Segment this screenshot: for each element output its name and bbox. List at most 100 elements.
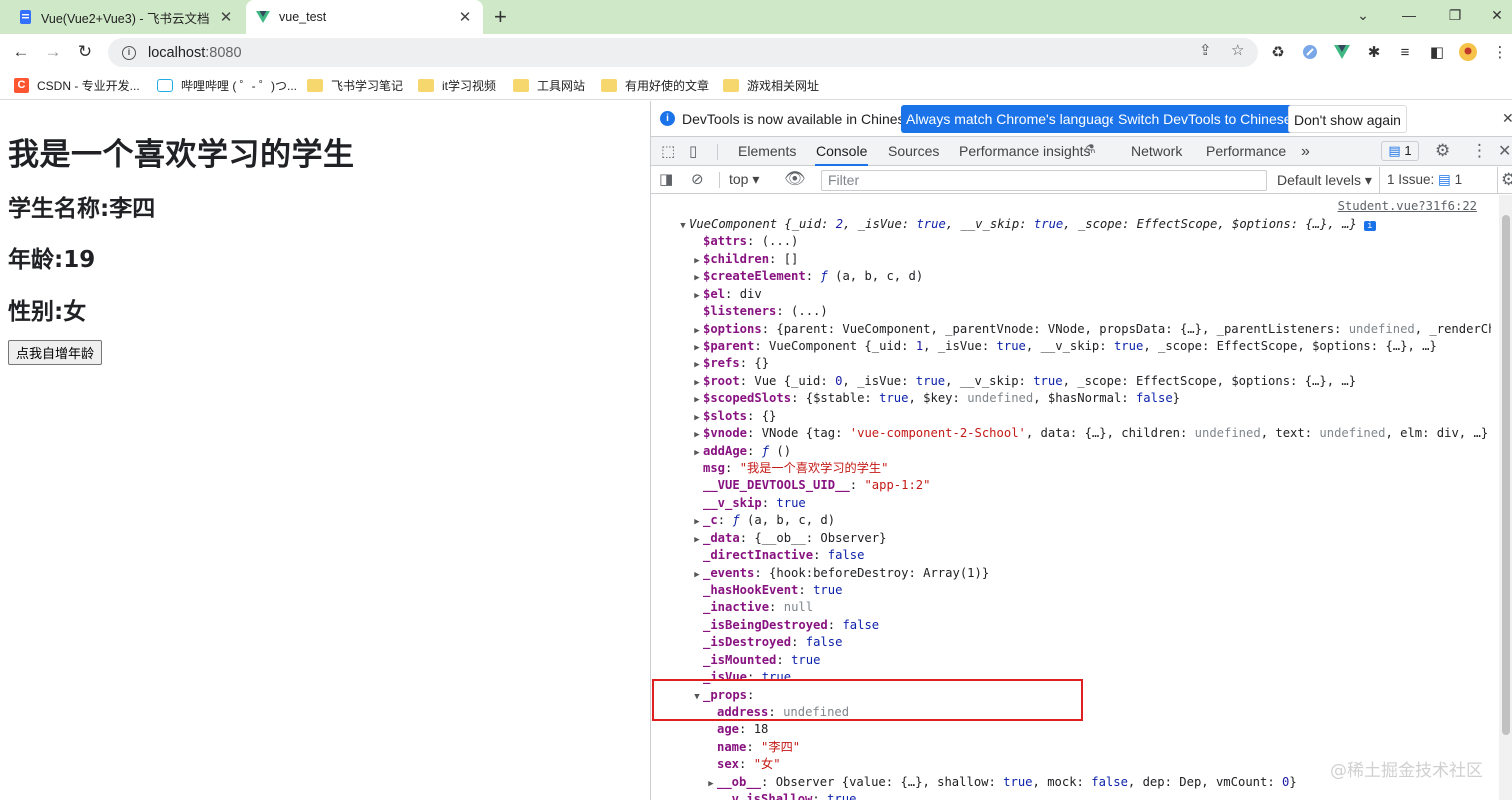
tab-feishu-doc[interactable]: Vue(Vue2+Vue3) - 飞书云文档 ✕ <box>8 0 244 34</box>
close-tab-icon[interactable]: ✕ <box>218 8 234 26</box>
expand-triangle-icon[interactable]: ▶ <box>705 776 717 791</box>
console-property-row[interactable]: ▶ _events: {hook:beforeDestroy: Array(1)} <box>651 565 1491 582</box>
expand-triangle-icon[interactable]: ▶ <box>691 567 703 582</box>
more-options-icon[interactable]: ⋮ <box>1471 141 1488 161</box>
reading-list-icon[interactable]: ≡ <box>1395 42 1415 62</box>
console-property-row[interactable]: name: "李四" <box>651 739 1491 756</box>
tab-vue-test[interactable]: vue_test ✕ <box>246 0 483 34</box>
star-icon[interactable]: ☆ <box>1231 41 1244 59</box>
switch-to-chinese-button[interactable]: Switch DevTools to Chinese <box>1113 105 1297 133</box>
context-selector[interactable]: top ▾ <box>729 171 759 188</box>
scrollbar-thumb[interactable] <box>1502 215 1510 735</box>
vue-devtools-icon[interactable] <box>1332 42 1352 62</box>
expand-triangle-icon[interactable]: ▶ <box>691 445 703 460</box>
chevron-down-icon[interactable]: ⌄ <box>1340 0 1386 30</box>
share-icon[interactable]: ⇪ <box>1199 41 1212 59</box>
expand-triangle-icon[interactable]: ▶ <box>691 410 703 425</box>
expand-triangle-icon[interactable]: ▶ <box>691 375 703 390</box>
console-property-row[interactable]: msg: "我是一个喜欢学习的学生" <box>651 460 1491 477</box>
console-property-row[interactable]: ▶ $root: Vue {_uid: 0, _isVue: true, __v_… <box>651 373 1491 390</box>
recycle-extension-icon[interactable]: ♻ <box>1268 42 1288 62</box>
bookmark-csdn[interactable]: C CSDN - 专业开发... <box>14 77 140 94</box>
console-property-row[interactable]: __VUE_DEVTOOLS_UID__: "app-1:2" <box>651 477 1491 494</box>
expand-triangle-icon[interactable]: ▼ <box>677 218 689 233</box>
console-property-row[interactable]: _inactive: null <box>651 599 1491 616</box>
console-property-row[interactable]: age: 18 <box>651 721 1491 738</box>
bookmark-folder-games[interactable]: 游戏相关网址 <box>723 77 819 94</box>
expand-triangle-icon[interactable]: ▶ <box>691 270 703 285</box>
dont-show-again-button[interactable]: Don't show again <box>1288 105 1407 133</box>
console-property-row[interactable]: ▶ $vnode: VNode {tag: 'vue-component-2-Sc… <box>651 425 1491 442</box>
console-property-row[interactable]: ▶ _c: ƒ (a, b, c, d) <box>651 512 1491 529</box>
log-levels-dropdown[interactable]: Default levels ▾ <box>1277 172 1372 189</box>
settings-gear-icon[interactable]: ⚙ <box>1435 141 1450 161</box>
console-scrollbar[interactable] <box>1499 195 1512 800</box>
increment-age-button[interactable]: 点我自增年龄 <box>8 340 103 365</box>
more-tabs-icon[interactable]: » <box>1301 137 1310 166</box>
site-info-icon[interactable]: i <box>122 45 136 60</box>
back-button[interactable]: ← <box>9 40 33 64</box>
device-toolbar-icon[interactable]: ▯ <box>689 142 697 160</box>
tab-sources[interactable]: Sources <box>888 137 939 166</box>
expand-triangle-icon[interactable]: ▶ <box>691 323 703 338</box>
source-link[interactable]: Student.vue?31f6:22 <box>1338 199 1477 213</box>
console-property-row[interactable]: $attrs: (...) <box>651 233 1491 250</box>
console-property-row[interactable]: _isBeingDestroyed: false <box>651 617 1491 634</box>
console-settings-icon[interactable]: ⚙ <box>1501 170 1512 190</box>
console-property-row[interactable]: ▶ $createElement: ƒ (a, b, c, d) <box>651 268 1491 285</box>
inspect-element-icon[interactable]: ⬚ <box>661 142 675 160</box>
tab-console[interactable]: Console <box>815 137 869 166</box>
expand-triangle-icon[interactable]: ▶ <box>691 288 703 303</box>
expand-triangle-icon[interactable]: ▶ <box>691 427 703 442</box>
console-property-row[interactable]: ▶ $slots: {} <box>651 408 1491 425</box>
new-tab-button[interactable]: + <box>494 4 507 30</box>
filter-input[interactable]: Filter <box>821 170 1267 191</box>
side-panel-icon[interactable]: ◧ <box>1427 42 1447 62</box>
expand-triangle-icon[interactable]: ▶ <box>691 357 703 372</box>
messages-badge[interactable]: ▤ 1 <box>1381 141 1419 161</box>
console-property-row[interactable]: ▶ _data: {__ob__: Observer} <box>651 530 1491 547</box>
console-property-row[interactable]: _isMounted: true <box>651 652 1491 669</box>
tab-performance[interactable]: Performance <box>1206 137 1286 166</box>
console-property-row[interactable]: __v_skip: true <box>651 495 1491 512</box>
forward-button[interactable]: → <box>41 40 65 64</box>
console-property-row[interactable]: _hasHookEvent: true <box>651 582 1491 599</box>
console-property-row[interactable]: ▶ addAge: ƒ () <box>651 443 1491 460</box>
restore-icon[interactable]: ❐ <box>1432 0 1478 30</box>
console-property-row[interactable]: __v_isShallow: true <box>651 791 1491 800</box>
eye-icon[interactable]: 👁 <box>784 169 806 189</box>
console-property-row[interactable]: ▶ $options: {parent: VueComponent, _paren… <box>651 321 1491 338</box>
issues-button[interactable]: 1 Issue: ▤ 1 <box>1387 172 1462 188</box>
clear-console-icon[interactable]: ⊘ <box>691 170 704 188</box>
tab-performance-insights[interactable]: Performance insights <box>959 137 1091 166</box>
close-devtools-icon[interactable]: ✕ <box>1498 141 1511 161</box>
puzzle-icon[interactable]: ✱ <box>1364 42 1384 62</box>
close-infobar-icon[interactable]: ✕ <box>1502 110 1512 127</box>
profile-avatar-icon[interactable] <box>1458 42 1478 62</box>
extension-icon[interactable] <box>1300 42 1320 62</box>
bookmark-folder-it[interactable]: it学习视频 <box>418 77 496 94</box>
bookmark-folder-articles[interactable]: 有用好使的文章 <box>601 77 709 94</box>
bookmark-folder-tools[interactable]: 工具网站 <box>513 77 585 94</box>
address-bar[interactable]: i localhost:8080 <box>108 38 1258 67</box>
bookmark-folder-feishu[interactable]: 飞书学习笔记 <box>307 77 403 94</box>
tab-network[interactable]: Network <box>1131 137 1182 166</box>
bookmark-bilibili[interactable]: 哔哩哔哩 ( ゜- ゜)つ... <box>157 77 297 94</box>
expand-triangle-icon[interactable]: ▶ <box>691 340 703 355</box>
expand-triangle-icon[interactable]: ▶ <box>691 253 703 268</box>
reload-button[interactable]: ↻ <box>73 40 97 64</box>
tab-elements[interactable]: Elements <box>738 137 796 166</box>
match-language-button[interactable]: Always match Chrome's language <box>901 105 1123 133</box>
console-property-row[interactable]: _directInactive: false <box>651 547 1491 564</box>
console-property-row[interactable]: ▶ $refs: {} <box>651 355 1491 372</box>
close-tab-icon[interactable]: ✕ <box>457 8 473 26</box>
expand-triangle-icon[interactable]: ▶ <box>691 514 703 529</box>
console-property-row[interactable]: ▶ $parent: VueComponent {_uid: 1, _isVue:… <box>651 338 1491 355</box>
minimize-icon[interactable]: — <box>1386 0 1432 30</box>
console-object-header[interactable]: ▼ VueComponent {_uid: 2, _isVue: true, __… <box>651 216 1491 233</box>
menu-icon[interactable]: ⋮ <box>1490 42 1510 62</box>
console-property-row[interactable]: ▶ $el: div <box>651 286 1491 303</box>
close-window-icon[interactable]: ✕ <box>1474 0 1512 30</box>
expand-triangle-icon[interactable]: ▶ <box>691 392 703 407</box>
console-property-row[interactable]: ▶ $scopedSlots: {$stable: true, $key: und… <box>651 390 1491 407</box>
